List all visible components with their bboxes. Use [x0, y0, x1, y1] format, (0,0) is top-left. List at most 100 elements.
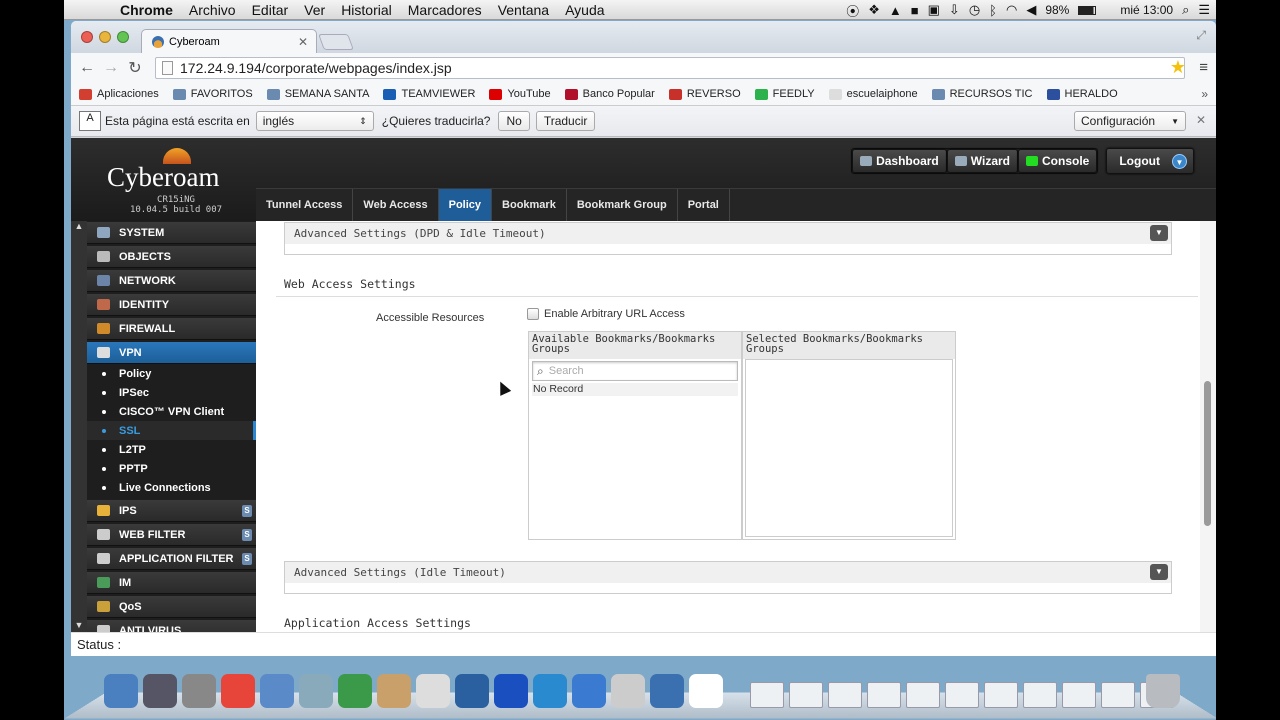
close-translate-icon[interactable]: ✕ [1196, 113, 1206, 127]
dashboard-button[interactable]: Dashboard [852, 149, 947, 173]
console-button[interactable]: Console [1018, 149, 1098, 173]
sidebar-section-identity[interactable]: IDENTITY [87, 294, 256, 316]
sidebar-section-network[interactable]: NETWORK [87, 270, 256, 292]
bookmark-item[interactable]: FAVORITOS [172, 88, 261, 100]
fullscreen-icon[interactable]: ⤢ [1196, 28, 1206, 43]
minimized-window-icon[interactable] [1101, 682, 1135, 708]
back-arrow-icon[interactable]: ← [75, 59, 99, 77]
bookmark-search-input[interactable]: ⌕ Search [532, 361, 738, 381]
minimized-window-icon[interactable] [1062, 682, 1096, 708]
document-icon[interactable] [689, 674, 723, 708]
bookmark-item[interactable]: TEAMVIEWER [383, 88, 483, 100]
tab-policy[interactable]: Policy [438, 189, 493, 221]
minimized-window-icon[interactable] [828, 682, 862, 708]
vpn-item-ipsec[interactable]: IPSec [87, 383, 256, 402]
tab-bookmark[interactable]: Bookmark [492, 189, 567, 221]
sidebar-section-anti-virus[interactable]: ANTI VIRUS [87, 620, 256, 632]
content-scrollbar[interactable] [1200, 221, 1216, 632]
sidebar-scrollbar[interactable]: ▲ ▼ [71, 221, 87, 632]
battery-icon[interactable] [1078, 5, 1097, 15]
itunes-icon[interactable] [572, 674, 606, 708]
menu-editar[interactable]: Editar [244, 2, 297, 18]
textedit-icon[interactable] [611, 674, 645, 708]
more-bookmarks-icon[interactable]: » [1201, 87, 1208, 101]
expand-idle-icon[interactable]: ▼ [1150, 564, 1168, 580]
bookmark-item[interactable]: HERALDO [1046, 88, 1126, 100]
scrollbar-thumb[interactable] [1204, 381, 1211, 526]
new-tab-button[interactable] [318, 34, 354, 50]
menu-historial[interactable]: Historial [333, 2, 400, 18]
menu-marcadores[interactable]: Marcadores [400, 2, 490, 18]
expand-dpd-icon[interactable]: ▼ [1150, 225, 1168, 241]
bookmark-star-icon[interactable]: ★ [1170, 57, 1186, 78]
contacts-icon[interactable] [377, 674, 411, 708]
no-translate-button[interactable]: No [498, 111, 530, 131]
sidebar-section-ips[interactable]: IPS S [87, 500, 256, 522]
sidebar-section-vpn[interactable]: VPN [87, 342, 256, 364]
vmware-icon[interactable] [455, 674, 489, 708]
minimize-window-button[interactable] [99, 31, 111, 43]
zoom-window-button[interactable] [117, 31, 129, 43]
sidebar-section-system[interactable]: SYSTEM [87, 222, 256, 244]
preview-icon[interactable] [260, 674, 294, 708]
teamviewer-icon[interactable] [533, 674, 567, 708]
bookmark-item[interactable]: Aplicaciones [79, 88, 167, 100]
advanced-settings-dpd-header[interactable]: Advanced Settings (DPD & Idle Timeout) [285, 223, 1171, 244]
bookmark-item[interactable]: Banco Popular [564, 88, 663, 100]
quicktime-icon[interactable] [650, 674, 684, 708]
screen-icon[interactable]: ▣ [928, 2, 940, 18]
menu-archivo[interactable]: Archivo [181, 2, 244, 18]
scroll-up-icon[interactable]: ▲ [71, 221, 87, 233]
word-icon[interactable] [494, 674, 528, 708]
download-icon[interactable]: ⇩ [949, 2, 960, 18]
system-preferences-icon[interactable] [182, 674, 216, 708]
sidebar-section-objects[interactable]: OBJECTS [87, 246, 256, 268]
sidebar-section-firewall[interactable]: FIREWALL [87, 318, 256, 340]
dropbox-icon[interactable]: ❖ [868, 2, 880, 18]
enable-arbitrary-url-checkbox[interactable] [527, 308, 539, 320]
config-select[interactable]: Configuración ▼ [1074, 111, 1186, 131]
translate-button[interactable]: Traducir [535, 111, 596, 131]
wifi-icon[interactable]: ◠ [1006, 2, 1017, 18]
menu-app-name[interactable]: Chrome [112, 2, 181, 18]
bookmark-item[interactable]: YouTube [489, 88, 558, 100]
tab-tunnel-access[interactable]: Tunnel Access [256, 189, 354, 221]
tab-bookmark-group[interactable]: Bookmark Group [567, 189, 678, 221]
sidebar-section-im[interactable]: IM [87, 572, 256, 594]
bookmark-item[interactable]: FEEDLY [754, 88, 823, 100]
launchpad-icon[interactable] [143, 674, 177, 708]
advanced-settings-idle-header[interactable]: Advanced Settings (Idle Timeout) [285, 562, 1171, 583]
calendar-icon[interactable] [416, 674, 450, 708]
close-tab-icon[interactable]: ✕ [298, 35, 308, 49]
enable-arbitrary-url-label[interactable]: Enable Arbitrary URL Access [544, 308, 685, 320]
evernote-icon[interactable]: ■ [911, 3, 919, 18]
bluetooth-icon[interactable]: ᛒ [989, 3, 997, 18]
vpn-item-pptp[interactable]: PPTP [87, 459, 256, 478]
menu-ayuda[interactable]: Ayuda [557, 2, 612, 18]
sidebar-section-application-filter[interactable]: APPLICATION FILTER S [87, 548, 256, 570]
utilities-icon[interactable] [299, 674, 333, 708]
language-select[interactable]: inglés ⇕ [255, 111, 374, 131]
sidebar-section-web-filter[interactable]: WEB FILTER S [87, 524, 256, 546]
bookmark-item[interactable]: RECURSOS TIC [931, 88, 1041, 100]
logout-button[interactable]: Logout ▼ [1106, 148, 1194, 174]
menubar-clock[interactable]: mié 13:00 [1120, 3, 1173, 17]
chrome-menu-icon[interactable]: ≡ [1199, 59, 1208, 76]
time-machine-icon[interactable]: ◷ [969, 2, 980, 18]
drive-icon[interactable]: ▲ [889, 3, 902, 18]
bookmark-item[interactable]: escuelaiphone [828, 88, 926, 100]
chrome-icon[interactable] [221, 674, 255, 708]
minimized-window-icon[interactable] [867, 682, 901, 708]
menu-ventana[interactable]: Ventana [490, 2, 557, 18]
reload-icon[interactable]: ↻ [123, 58, 147, 78]
spotlight-icon[interactable]: ⌕ [1182, 2, 1189, 18]
trash-icon[interactable] [1146, 674, 1180, 708]
menu-ver[interactable]: Ver [296, 2, 333, 18]
record-icon[interactable]: ⦿ [846, 1, 859, 20]
tab-portal[interactable]: Portal [678, 189, 730, 221]
bookmark-item[interactable]: REVERSO [668, 88, 749, 100]
close-window-button[interactable] [81, 31, 93, 43]
minimized-window-icon[interactable] [906, 682, 940, 708]
notification-center-icon[interactable]: ☰ [1198, 2, 1210, 18]
vpn-item-l-tp[interactable]: L2TP [87, 440, 256, 459]
